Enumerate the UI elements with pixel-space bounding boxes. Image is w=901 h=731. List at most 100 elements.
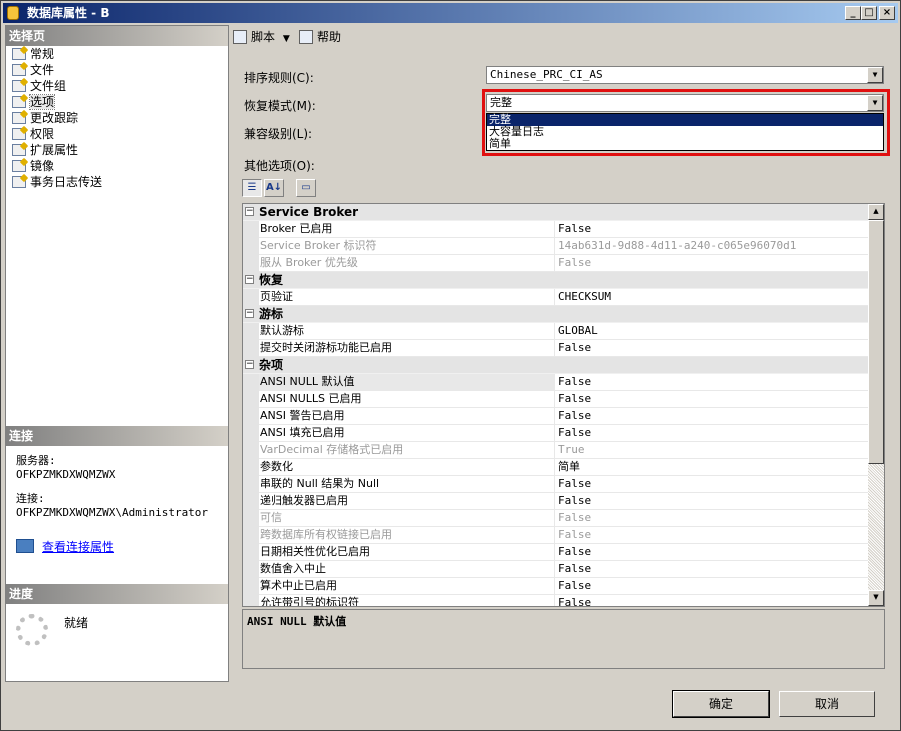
page-item-5[interactable]: 权限 (10, 126, 102, 142)
categorized-icon[interactable]: ☰ (242, 179, 262, 197)
grid-row-gutter (243, 323, 259, 340)
page-item-4[interactable]: 更改跟踪 (10, 110, 102, 126)
grid-row[interactable]: 服从 Broker 优先级 False (243, 255, 868, 272)
grid-row[interactable]: ANSI NULL 默认值 False (243, 374, 868, 391)
property-value[interactable]: False (555, 493, 868, 510)
property-name: 参数化 (259, 459, 555, 476)
ok-button[interactable]: 确定 (672, 690, 770, 718)
grid-row[interactable]: 页验证 CHECKSUM (243, 289, 868, 306)
script-button[interactable]: 脚本 ▼ (233, 29, 290, 45)
grid-row-gutter (243, 459, 259, 476)
property-value[interactable]: CHECKSUM (555, 289, 868, 306)
recovery-model-dropdown-list[interactable]: 完整 大容量日志 简单 (486, 113, 884, 151)
recovery-option[interactable]: 简单 (487, 138, 883, 150)
grid-row-gutter (243, 527, 259, 544)
grid-row[interactable]: 允许带引号的标识符 False (243, 595, 868, 606)
collapse-icon[interactable]: − (245, 207, 254, 216)
chevron-down-icon[interactable]: ▼ (867, 95, 883, 111)
grid-row[interactable]: VarDecimal 存储格式已启用 True (243, 442, 868, 459)
page-item-7[interactable]: 镜像 (10, 158, 102, 174)
recovery-option[interactable]: 完整 (487, 114, 883, 126)
page-item-2[interactable]: 文件组 (10, 78, 102, 94)
grid-category[interactable]: − 恢复 (243, 272, 868, 289)
property-value[interactable]: False (555, 425, 868, 442)
grid-row[interactable]: 串联的 Null 结果为 Null False (243, 476, 868, 493)
page-item-1[interactable]: 文件 (10, 62, 102, 78)
chevron-down-icon[interactable]: ▼ (283, 34, 290, 44)
page-item-8[interactable]: 事务日志传送 (10, 174, 102, 190)
page-icon (12, 96, 26, 108)
property-value[interactable]: False (555, 561, 868, 578)
property-value[interactable]: 14ab631d-9d88-4d11-a240-c065e96070d1 (555, 238, 868, 255)
property-value[interactable]: True (555, 442, 868, 459)
minimize-button[interactable]: _ (845, 6, 861, 20)
title-bar[interactable]: 数据库属性 - B _ □ × (3, 3, 898, 23)
property-value[interactable]: False (555, 391, 868, 408)
grid-row[interactable]: 可信 False (243, 510, 868, 527)
progress-spinner-icon (16, 614, 48, 646)
grid-row[interactable]: Broker 已启用 False (243, 221, 868, 238)
grid-row[interactable]: 算术中止已启用 False (243, 578, 868, 595)
recovery-option[interactable]: 大容量日志 (487, 126, 883, 138)
property-value[interactable]: GLOBAL (555, 323, 868, 340)
grid-row[interactable]: 提交时关闭游标功能已启用 False (243, 340, 868, 357)
property-value[interactable]: False (555, 221, 868, 238)
grid-row[interactable]: 跨数据库所有权链接已启用 False (243, 527, 868, 544)
collation-combo[interactable]: Chinese_PRC_CI_AS ▼ (486, 66, 884, 84)
close-button[interactable]: × (879, 6, 895, 20)
view-connection-properties-link[interactable]: 查看连接属性 (16, 538, 114, 555)
grid-row[interactable]: Service Broker 标识符 14ab631d-9d88-4d11-a24… (243, 238, 868, 255)
sort-alphabetical-icon[interactable]: A↓ (264, 179, 284, 197)
database-icon (7, 6, 19, 20)
grid-row[interactable]: 参数化 简单 (243, 459, 868, 476)
grid-row[interactable]: 日期相关性优化已启用 False (243, 544, 868, 561)
scroll-down-icon[interactable]: ▼ (868, 590, 884, 606)
grid-category[interactable]: − 游标 (243, 306, 868, 323)
recovery-model-combo[interactable]: 完整 ▼ (486, 94, 884, 112)
page-icon (12, 48, 26, 60)
grid-row[interactable]: 默认游标 GLOBAL (243, 323, 868, 340)
page-item-3[interactable]: 选项 (10, 94, 102, 110)
help-button[interactable]: 帮助 (299, 29, 341, 45)
property-value[interactable]: False (555, 527, 868, 544)
collapse-icon[interactable]: − (245, 309, 254, 318)
property-value[interactable]: False (555, 510, 868, 527)
page-item-0[interactable]: 常规 (10, 46, 102, 62)
script-label: 脚本 (251, 30, 276, 44)
grid-row[interactable]: 递归触发器已启用 False (243, 493, 868, 510)
page-item-6[interactable]: 扩展属性 (10, 142, 102, 158)
collapse-icon[interactable]: − (245, 360, 254, 369)
property-value[interactable]: False (555, 578, 868, 595)
grid-row[interactable]: ANSI 填充已启用 False (243, 425, 868, 442)
grid-row-gutter (243, 408, 259, 425)
property-value[interactable]: False (555, 255, 868, 272)
property-value[interactable]: False (555, 340, 868, 357)
property-value[interactable]: 简单 (555, 459, 868, 476)
property-name: 日期相关性优化已启用 (259, 544, 555, 561)
grid-row-gutter (243, 255, 259, 272)
cancel-button[interactable]: 取消 (779, 691, 875, 717)
scrollbar-thumb[interactable] (868, 220, 884, 464)
grid-category[interactable]: − 杂项 (243, 357, 868, 374)
page-list: 常规 文件 文件组 选项 更改跟踪 权限 扩展属性 镜像 事务日志传送 (10, 46, 102, 190)
maximize-button[interactable]: □ (861, 6, 877, 20)
grid-row-gutter (243, 374, 259, 391)
grid-row[interactable]: ANSI 警告已启用 False (243, 408, 868, 425)
grid-category[interactable]: − Service Broker (243, 204, 868, 221)
property-name: 可信 (259, 510, 555, 527)
property-value[interactable]: False (555, 476, 868, 493)
page-icon (12, 112, 26, 124)
property-value[interactable]: False (555, 374, 868, 391)
vertical-scrollbar[interactable]: ▲ ▼ (868, 204, 884, 606)
scroll-up-icon[interactable]: ▲ (868, 204, 884, 220)
property-pages-icon[interactable]: ▭ (296, 179, 316, 197)
grid-row[interactable]: 数值舍入中止 False (243, 561, 868, 578)
collapse-icon[interactable]: − (245, 275, 254, 284)
property-value[interactable]: False (555, 408, 868, 425)
property-value[interactable]: False (555, 595, 868, 606)
grid-row[interactable]: ANSI NULLS 已启用 False (243, 391, 868, 408)
script-icon (233, 30, 247, 44)
other-options-label: 其他选项(O): (244, 159, 315, 173)
chevron-down-icon[interactable]: ▼ (867, 67, 883, 83)
property-value[interactable]: False (555, 544, 868, 561)
